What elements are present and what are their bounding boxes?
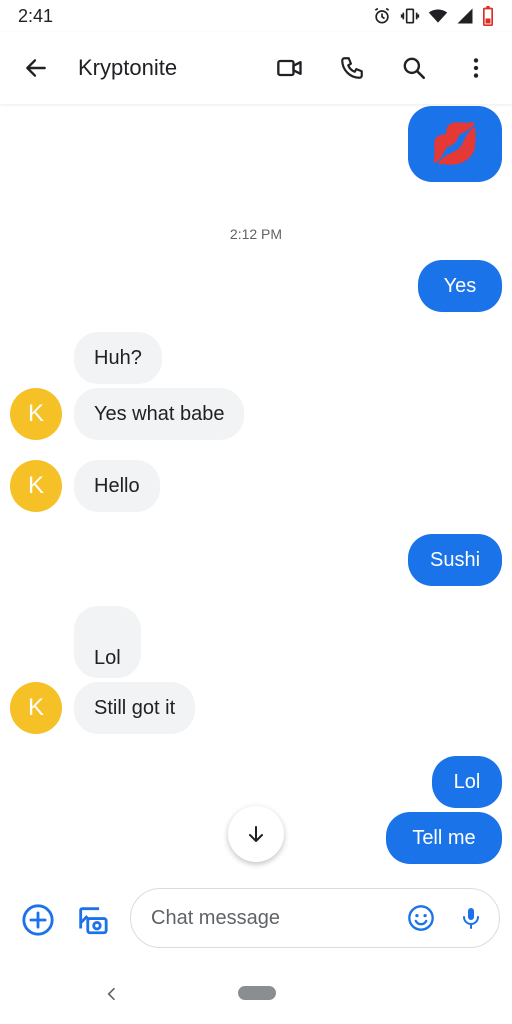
outgoing-message[interactable]: Sushi — [408, 534, 502, 586]
video-call-button[interactable] — [266, 44, 314, 92]
add-circle-icon — [22, 904, 54, 936]
alarm-icon — [372, 6, 392, 26]
system-nav-bar — [0, 964, 512, 1024]
more-vert-icon — [473, 58, 479, 78]
incoming-message[interactable]: Hello — [74, 460, 160, 512]
more-options-button[interactable] — [452, 44, 500, 92]
incoming-message[interactable]: Huh? — [74, 332, 162, 384]
contact-avatar[interactable]: K — [10, 682, 62, 734]
outgoing-message[interactable]: Lol — [432, 756, 502, 808]
message-timestamp: 2:12 PM — [229, 226, 283, 242]
outgoing-message-emoji[interactable]: 💋 — [408, 106, 502, 182]
battery-icon — [482, 6, 494, 26]
vibrate-icon — [400, 6, 420, 26]
voice-input-button[interactable] — [453, 898, 489, 938]
wifi-icon — [428, 6, 448, 26]
outgoing-message[interactable]: Yes — [418, 260, 502, 312]
signal-icon — [456, 6, 474, 26]
emoji-icon — [408, 905, 434, 931]
status-bar: 2:41 — [0, 0, 512, 32]
gallery-button[interactable] — [72, 900, 112, 940]
incoming-message[interactable]: Still got it — [74, 682, 196, 734]
scroll-to-bottom-button[interactable] — [228, 806, 284, 862]
microphone-icon — [463, 908, 479, 929]
app-bar: Kryptonite — [0, 32, 512, 104]
outgoing-message[interactable]: Tell me — [386, 812, 502, 864]
video-camera-icon — [277, 59, 302, 77]
chat-message-placeholder: Chat message — [151, 906, 280, 929]
incoming-message[interactable]: Yes what babe — [74, 388, 245, 440]
chevron-left-icon — [107, 987, 115, 1001]
phone-call-button[interactable] — [328, 44, 376, 92]
search-button[interactable] — [390, 44, 438, 92]
arrow-down-icon — [249, 826, 263, 842]
chat-message-input[interactable]: Chat message — [130, 888, 500, 948]
nav-home-pill[interactable] — [238, 986, 276, 1000]
arrow-back-icon — [26, 59, 46, 77]
back-button[interactable] — [12, 44, 60, 92]
contact-avatar[interactable]: K — [10, 460, 62, 512]
add-attachment-button[interactable] — [18, 900, 58, 940]
message-list[interactable]: 💋 2:12 PM Yes Huh? Yes what babe K Hello… — [0, 104, 512, 874]
emoji-button[interactable] — [401, 898, 441, 938]
nav-back-button[interactable] — [98, 980, 126, 1008]
photo-camera-icon — [79, 907, 108, 935]
compose-bar: Chat message — [0, 880, 512, 960]
incoming-message[interactable]: Lol — [74, 606, 141, 678]
search-icon — [403, 57, 426, 80]
conversation-title: Kryptonite — [78, 55, 178, 80]
status-time: 2:41 — [18, 5, 54, 26]
status-icons — [372, 6, 494, 26]
contact-avatar[interactable]: K — [10, 388, 62, 440]
phone-icon — [341, 57, 363, 79]
